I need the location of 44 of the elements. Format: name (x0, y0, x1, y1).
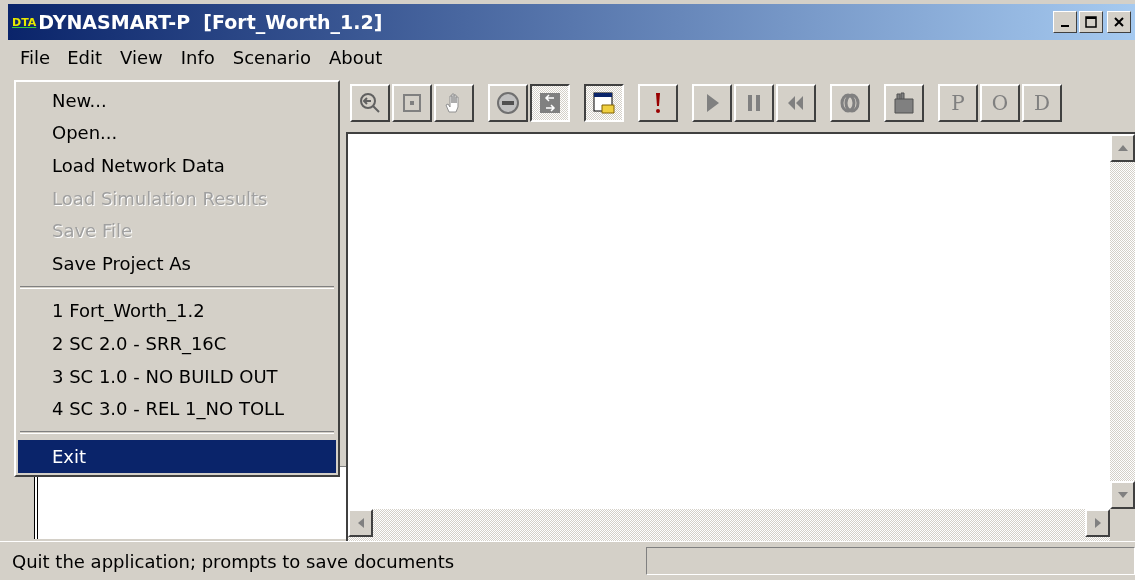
minimize-icon (1061, 25, 1069, 27)
maximize-icon (1085, 16, 1097, 28)
toolbar-button[interactable] (584, 84, 624, 122)
scroll-down-button[interactable] (1110, 481, 1135, 509)
square-icon (400, 91, 424, 115)
menu-item[interactable]: Open... (18, 116, 336, 150)
down-arrow-icon (1117, 492, 1128, 498)
status-message: Quit the application; prompts to save documents (12, 550, 456, 572)
app-logo: DTA (12, 15, 37, 29)
menu-item[interactable]: New... (18, 84, 336, 117)
exclamation-icon (655, 92, 661, 114)
window-title: DYNASMART-P [Fort_Worth_1.2] (38, 11, 384, 33)
vertical-scrollbar[interactable] (1110, 134, 1135, 509)
menu-title[interactable]: About (320, 42, 392, 72)
arrows-icon (538, 91, 562, 115)
minimize-button[interactable] (1053, 11, 1077, 33)
scroll-right-button[interactable] (1085, 509, 1110, 537)
up-arrow-icon (1117, 145, 1128, 151)
no-entry-icon (496, 91, 520, 115)
left-arrow-icon (357, 518, 364, 528)
menu-item[interactable]: Save Project As (18, 246, 336, 280)
close-button[interactable] (1107, 11, 1131, 33)
toolbar-button[interactable] (530, 84, 570, 122)
rings-icon (838, 91, 862, 115)
close-icon (1113, 16, 1125, 28)
menu-item[interactable]: 1 Fort_Worth_1.2 (18, 294, 336, 328)
menu-title[interactable]: Info (171, 42, 224, 72)
menu-item[interactable]: Exit (18, 439, 336, 473)
scroll-left-button[interactable] (348, 509, 373, 537)
right-arrow-icon (1094, 518, 1101, 528)
menu-title[interactable]: Edit (58, 42, 111, 72)
window-folder-icon (592, 91, 616, 115)
menu-item[interactable]: 4 SC 3.0 - REL 1_NO TOLL (18, 392, 336, 425)
scroll-up-button[interactable] (1110, 134, 1135, 162)
menu-title[interactable]: File (12, 43, 59, 71)
magnifier-icon (358, 91, 382, 115)
menu-item[interactable]: 2 SC 2.0 - SRR_16C (18, 327, 336, 360)
menu-item[interactable]: 3 SC 1.0 - NO BUILD OUT (18, 359, 336, 393)
maximize-button[interactable] (1079, 11, 1103, 33)
menu-title[interactable]: View (111, 42, 172, 72)
menu-item[interactable]: Load Network Data (18, 149, 336, 182)
bag-icon (892, 91, 916, 115)
menu-title[interactable]: Scenario (223, 42, 321, 72)
horizontal-scrollbar[interactable] (346, 509, 1110, 541)
